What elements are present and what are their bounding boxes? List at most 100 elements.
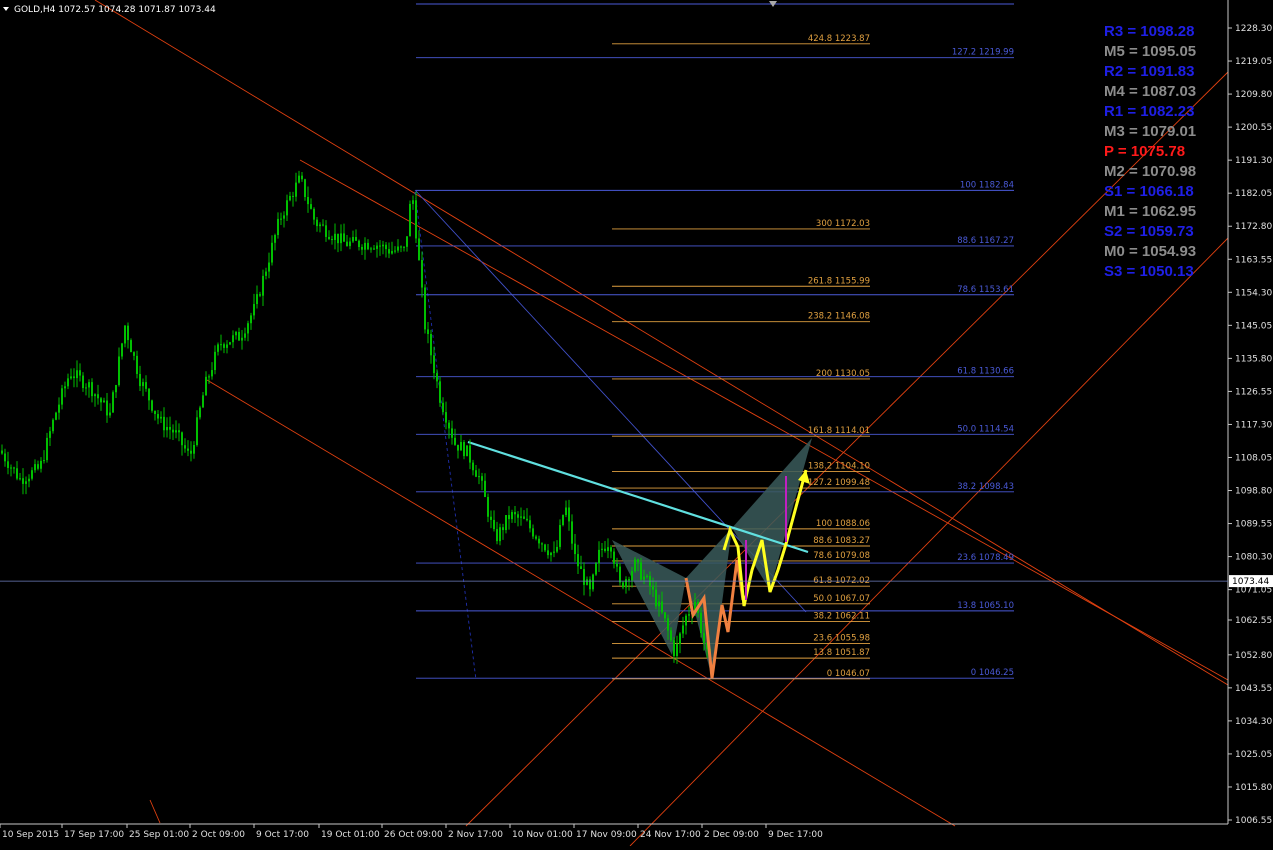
y-tick-label: 1006.55 bbox=[1235, 816, 1272, 826]
x-tick-label: 17 Nov 09:00 bbox=[576, 830, 637, 840]
chart-header: GOLD,H4 1072.57 1074.28 1071.87 1073.44 bbox=[3, 5, 216, 15]
candle-body bbox=[82, 375, 84, 389]
y-tick-label: 1163.55 bbox=[1235, 255, 1272, 265]
candle-body bbox=[157, 414, 159, 419]
candle-body bbox=[625, 579, 627, 588]
candle-body bbox=[205, 376, 207, 396]
candle-body bbox=[31, 470, 33, 479]
candle-body bbox=[325, 225, 327, 237]
x-tick-label: 2 Oct 09:00 bbox=[192, 830, 245, 840]
y-tick-label: 1154.30 bbox=[1235, 288, 1272, 298]
candle-body bbox=[259, 294, 261, 296]
candle-body bbox=[97, 394, 99, 399]
candle-body bbox=[586, 579, 588, 585]
candle-body bbox=[331, 239, 333, 241]
candle-body bbox=[49, 431, 51, 438]
candle-body bbox=[220, 344, 222, 346]
candle-body bbox=[640, 562, 642, 580]
candle-body bbox=[523, 516, 525, 519]
current-price-label: 1073.44 bbox=[1232, 577, 1269, 587]
candle-body bbox=[166, 426, 168, 431]
candle-body bbox=[685, 615, 687, 626]
y-tick-label: 1080.30 bbox=[1235, 553, 1272, 563]
candle-body bbox=[598, 549, 600, 564]
candle-body bbox=[421, 260, 423, 288]
candle-body bbox=[439, 381, 441, 403]
candle-body bbox=[427, 329, 429, 334]
y-tick-label: 1052.80 bbox=[1235, 651, 1272, 661]
candle-body bbox=[355, 236, 357, 241]
channel-line bbox=[414, 191, 477, 681]
candle-body bbox=[310, 204, 312, 209]
candle-body bbox=[34, 464, 36, 471]
candle-body bbox=[364, 242, 366, 250]
candle-body bbox=[373, 248, 375, 250]
candle-body bbox=[412, 200, 414, 204]
candle-body bbox=[457, 444, 459, 451]
fib-extension-label: 127.2 1099.48 bbox=[808, 478, 870, 488]
candle-body bbox=[481, 476, 483, 481]
candle-body bbox=[172, 429, 174, 433]
y-tick-label: 1182.05 bbox=[1235, 189, 1272, 199]
candle-body bbox=[40, 460, 42, 469]
candle-body bbox=[619, 566, 621, 583]
candle-body bbox=[178, 430, 180, 433]
candle-body bbox=[55, 412, 57, 420]
price-chart[interactable]: 127.2 1219.99 100 1182.84 88.6 1167.27 78.6… bbox=[0, 0, 1273, 847]
candle-body bbox=[313, 208, 315, 220]
candle-body bbox=[631, 571, 633, 581]
channel-lines bbox=[94, 0, 1229, 847]
candle-body bbox=[13, 467, 15, 469]
candle-body bbox=[688, 614, 690, 616]
candle-body bbox=[553, 551, 555, 553]
candle-body bbox=[514, 512, 516, 515]
candle-body bbox=[136, 355, 138, 374]
candle-body bbox=[109, 412, 111, 416]
candle-body bbox=[496, 529, 498, 542]
candle-body bbox=[571, 521, 573, 544]
candle-body bbox=[85, 387, 87, 389]
candle-body bbox=[361, 247, 363, 250]
fib-level-label: 38.2 1098.43 bbox=[957, 482, 1014, 492]
candle-body bbox=[352, 236, 354, 242]
candle-body bbox=[163, 416, 165, 431]
candle-body bbox=[232, 335, 234, 343]
candle-body bbox=[1, 450, 3, 454]
candle-body bbox=[4, 453, 6, 462]
candle-body bbox=[106, 400, 108, 416]
candle-body bbox=[451, 428, 453, 438]
candle-body bbox=[346, 241, 348, 247]
y-tick-label: 1034.30 bbox=[1235, 717, 1272, 727]
candle-body bbox=[337, 233, 339, 244]
candle-body bbox=[25, 481, 27, 484]
price-axis: 1228.30 1219.05 1209.80 1200.55 1191.30 1182.… bbox=[0, 0, 1273, 826]
fib-level-label: 100 1182.84 bbox=[960, 180, 1014, 190]
candle-body bbox=[418, 238, 420, 261]
x-tick-label: 9 Dec 17:00 bbox=[768, 830, 823, 840]
candle-body bbox=[211, 370, 213, 377]
candle-body bbox=[388, 249, 390, 254]
candle-body bbox=[370, 248, 372, 250]
candle-body bbox=[280, 218, 282, 220]
candle-body bbox=[664, 612, 666, 619]
candle-body bbox=[469, 445, 471, 463]
candle-body bbox=[643, 576, 645, 580]
candle-body bbox=[175, 430, 177, 433]
chart-area[interactable]: 127.2 1219.99 100 1182.84 88.6 1167.27 78.6… bbox=[0, 0, 1273, 847]
candle-body bbox=[397, 246, 399, 251]
candle-body bbox=[190, 450, 192, 454]
y-tick-label: 1098.80 bbox=[1235, 487, 1272, 497]
x-tick-label: 26 Oct 09:00 bbox=[384, 830, 443, 840]
candle-body bbox=[52, 419, 54, 432]
pivot-level-label: M0 = 1054.93 bbox=[1104, 243, 1196, 260]
y-tick-label: 1071.05 bbox=[1235, 586, 1272, 596]
candle-body bbox=[613, 551, 615, 564]
candle-body bbox=[295, 182, 297, 197]
candle-body bbox=[568, 507, 570, 522]
candle-body bbox=[64, 386, 66, 389]
x-tick-label: 25 Sep 01:00 bbox=[129, 830, 189, 840]
candle-body bbox=[76, 370, 78, 379]
fib-level-label: 23.6 1078.49 bbox=[957, 553, 1014, 563]
candle-body bbox=[274, 235, 276, 243]
candle-body bbox=[478, 476, 480, 478]
